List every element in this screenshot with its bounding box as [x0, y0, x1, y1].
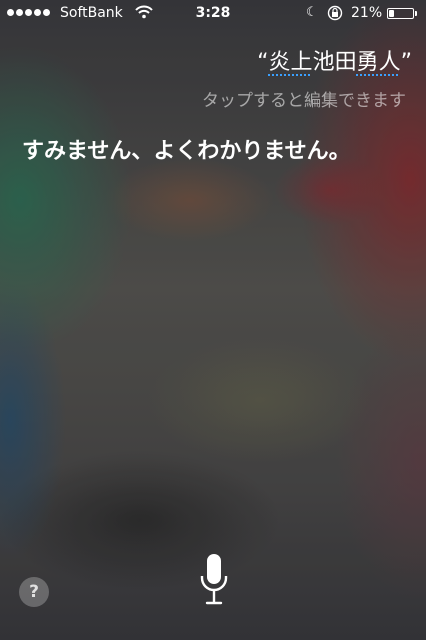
rotation-lock-icon [327, 5, 343, 21]
siri-response: すみません、よくわかりません。 [22, 139, 351, 164]
query-close-quote: ” [400, 50, 412, 75]
battery-icon [387, 8, 414, 19]
edit-hint[interactable]: タップすると編集できます [202, 86, 406, 111]
query-word-3[interactable]: 勇人 [357, 50, 401, 75]
query-word-2[interactable]: 池田 [313, 50, 357, 75]
status-bar: SoftBank 3:28 ☾ 21% [0, 0, 426, 28]
siri-query[interactable]: “炎上池田勇人” [257, 44, 412, 76]
battery-percentage: 21% [351, 5, 383, 21]
query-open-quote: “ [257, 50, 269, 75]
battery-tip [415, 11, 417, 16]
help-button[interactable]: ? [19, 577, 49, 607]
moon-icon: ☾ [306, 5, 318, 20]
query-word-1[interactable]: 炎上 [269, 50, 313, 75]
microphone-icon[interactable] [199, 552, 229, 606]
